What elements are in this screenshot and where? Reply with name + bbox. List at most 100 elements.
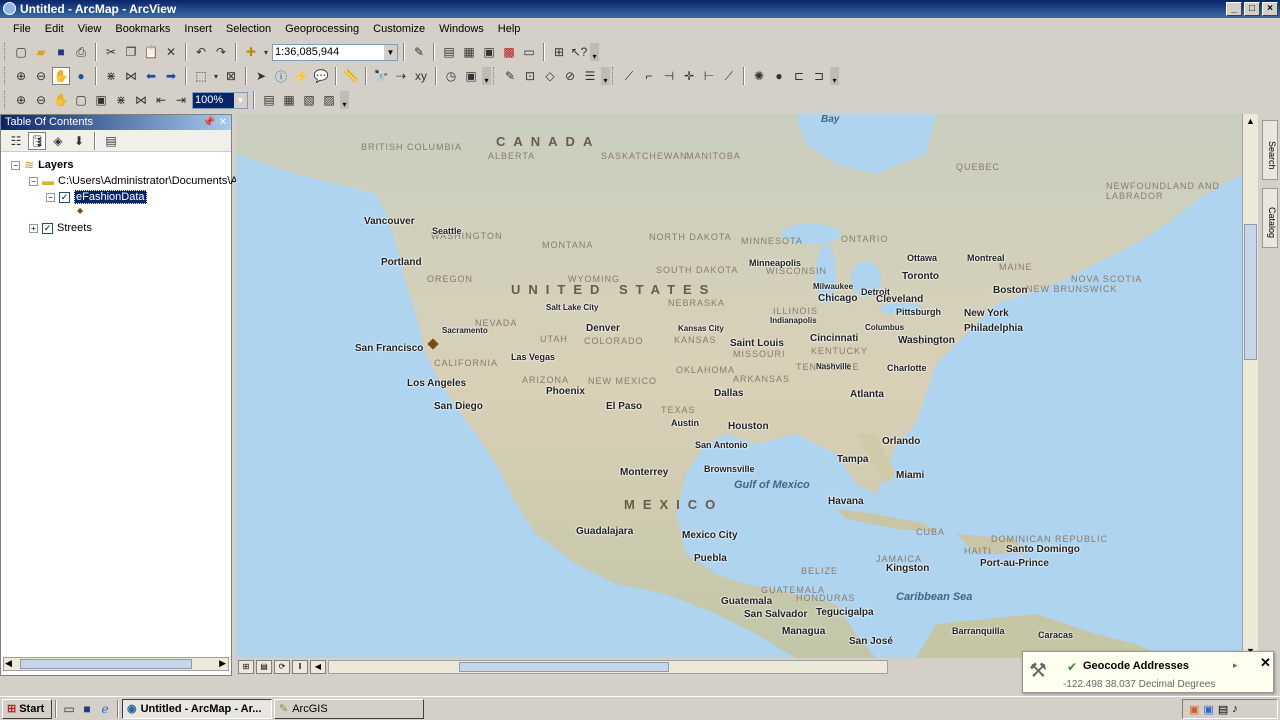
find-route-icon[interactable]: ⇢ [392,67,410,85]
focus-data-frame-icon[interactable]: ▦ [280,91,298,109]
change-layout-icon[interactable]: ▧ [300,91,318,109]
edit-tool-icon[interactable]: ✎ [501,67,519,85]
list-by-selection-icon[interactable]: ⬇ [70,132,88,150]
layer-label-streets[interactable]: Streets [57,222,92,234]
trace-icon[interactable]: ⟋ [620,67,638,85]
toolbar-options-icon[interactable]: ▾ [590,43,599,61]
end-snap-icon[interactable]: ⊐ [810,67,828,85]
forward-extent-icon[interactable]: ➡ [162,67,180,85]
zoom-out-icon[interactable]: ⊖ [32,67,50,85]
menu-insert[interactable]: Insert [177,19,219,39]
open-icon[interactable]: ▰ [32,43,50,61]
cut-polygon-icon[interactable]: ⟋ [720,67,738,85]
python-window-icon[interactable]: ▭ [520,43,538,61]
network-icon[interactable]: ▤ [1218,703,1228,716]
new-document-icon[interactable]: ▢ [12,43,30,61]
pan-icon[interactable]: ✋ [52,67,70,85]
expand-icon[interactable]: + [29,223,38,233]
add-data-icon[interactable]: ✚ [242,43,260,61]
toc-horizontal-scrollbar[interactable]: ◀ ▶ [3,657,229,671]
close-icon[interactable]: ✕ [219,115,227,130]
chevron-right-icon[interactable]: ▸ [1233,660,1238,671]
zoom-in-icon[interactable]: ⊕ [12,67,30,85]
select-elements-icon[interactable]: ➤ [252,67,270,85]
layout-view-icon[interactable]: ▤ [256,660,272,674]
attributes-icon[interactable]: ☰ [581,67,599,85]
search-tab[interactable]: Search [1262,120,1278,180]
cross-icon[interactable]: ✛ [680,67,698,85]
print-icon[interactable]: ⎙ [72,43,90,61]
edit-vertices-icon[interactable]: ◇ [541,67,559,85]
zoom-whole-page-icon[interactable]: ▢ [72,91,90,109]
refresh-icon[interactable]: ⟳ [274,660,290,674]
html-popup-icon[interactable]: 💬 [312,67,330,85]
menu-customize[interactable]: Customize [366,19,432,39]
viewer-window-icon[interactable]: ▣ [462,67,480,85]
editor-toolbar-icon[interactable]: ✎ [410,43,428,61]
zoom-100-icon[interactable]: ▣ [92,91,110,109]
scroll-left-icon[interactable]: ◀ [310,660,326,674]
zoom-percent-dropdown[interactable]: 100% ▼ [192,91,248,109]
close-icon[interactable]: ✕ [1260,655,1271,671]
line-icon[interactable]: ⊢ [700,67,718,85]
map-view[interactable]: Bay Gulf of Mexico Caribbean Sea CANADA … [236,114,1242,658]
task-arcmap[interactable]: ◉ Untitled - ArcMap - Ar... [122,698,272,719]
previous-extent-page-icon[interactable]: ⇤ [152,91,170,109]
minimize-button[interactable]: _ [1226,2,1242,16]
toolbar-options-icon[interactable]: ▾ [482,67,491,85]
fixed-zoom-out-page-icon[interactable]: ⋈ [132,91,150,109]
undo-icon[interactable]: ↶ [192,43,210,61]
hyperlink-icon[interactable]: ⚡ [292,67,310,85]
collapse-icon[interactable]: − [46,192,55,202]
full-extent-icon[interactable]: ● [72,67,90,85]
data-view-icon[interactable]: ⊞ [238,660,254,674]
search-window-icon[interactable]: ▣ [480,43,498,61]
catalog-icon[interactable]: ▦ [460,43,478,61]
reshape-icon[interactable]: ⊘ [561,67,579,85]
ie-icon[interactable]: ℯ [96,700,114,718]
tray-icon[interactable]: ▣ [1189,703,1199,716]
chevron-down-icon[interactable]: ▼ [384,44,397,60]
scroll-up-icon[interactable]: ▲ [1246,116,1255,126]
volume-icon[interactable]: ♪ [1232,703,1238,715]
toolbar-options-icon[interactable]: ▾ [340,91,349,109]
delete-icon[interactable]: ✕ [162,43,180,61]
chevron-down-icon[interactable]: ▾ [212,67,220,85]
task-arcgis[interactable]: ✎ ArcGIS [274,698,424,719]
menu-edit[interactable]: Edit [38,19,71,39]
pin-icon[interactable]: 📌 [203,115,215,130]
toc-options-icon[interactable]: ▤ [102,132,120,150]
next-extent-page-icon[interactable]: ⇥ [172,91,190,109]
edit-annotation-icon[interactable]: ⊡ [521,67,539,85]
select-features-icon[interactable]: ⬚ [192,67,210,85]
edge-snap-icon[interactable]: ⊏ [790,67,808,85]
table-of-contents-icon[interactable]: ▤ [440,43,458,61]
list-by-drawing-order-icon[interactable]: ☷ [7,132,25,150]
scroll-thumb[interactable] [20,659,192,669]
menu-selection[interactable]: Selection [219,19,278,39]
tree-row-streets[interactable]: + ✓ Streets [29,222,92,234]
toolbar-options-icon[interactable]: ▾ [830,67,839,85]
help-icon[interactable]: ↖? [570,43,588,61]
collapse-icon[interactable]: − [29,176,38,186]
fixed-zoom-in-icon[interactable]: ⋇ [102,67,120,85]
measure-icon[interactable]: 📏 [342,67,360,85]
arctoolbox-icon[interactable]: ▩ [500,43,518,61]
chevron-down-icon[interactable]: ▾ [262,43,270,61]
scroll-left-icon[interactable]: ◀ [5,658,12,669]
map-scale-dropdown[interactable]: 1:36,085,944 ▼ [272,43,398,61]
map-vertical-scrollbar[interactable]: ▲ ▼ [1242,114,1258,658]
paste-icon[interactable]: 📋 [142,43,160,61]
console-icon[interactable]: ■ [78,700,96,718]
tree-row-efashiondata[interactable]: − ✓ eFashionData [46,190,147,204]
toolbar-options-icon[interactable]: ▾ [601,67,610,85]
time-slider-icon[interactable]: ◷ [442,67,460,85]
menu-bookmarks[interactable]: Bookmarks [108,19,177,39]
menu-view[interactable]: View [71,19,109,39]
menu-geoprocessing[interactable]: Geoprocessing [278,19,366,39]
zoom-in-page-icon[interactable]: ⊕ [12,91,30,109]
scroll-right-icon[interactable]: ▶ [219,658,226,669]
catalog-tab[interactable]: Catalog [1262,188,1278,248]
scroll-thumb[interactable] [459,662,669,672]
zoom-out-page-icon[interactable]: ⊖ [32,91,50,109]
